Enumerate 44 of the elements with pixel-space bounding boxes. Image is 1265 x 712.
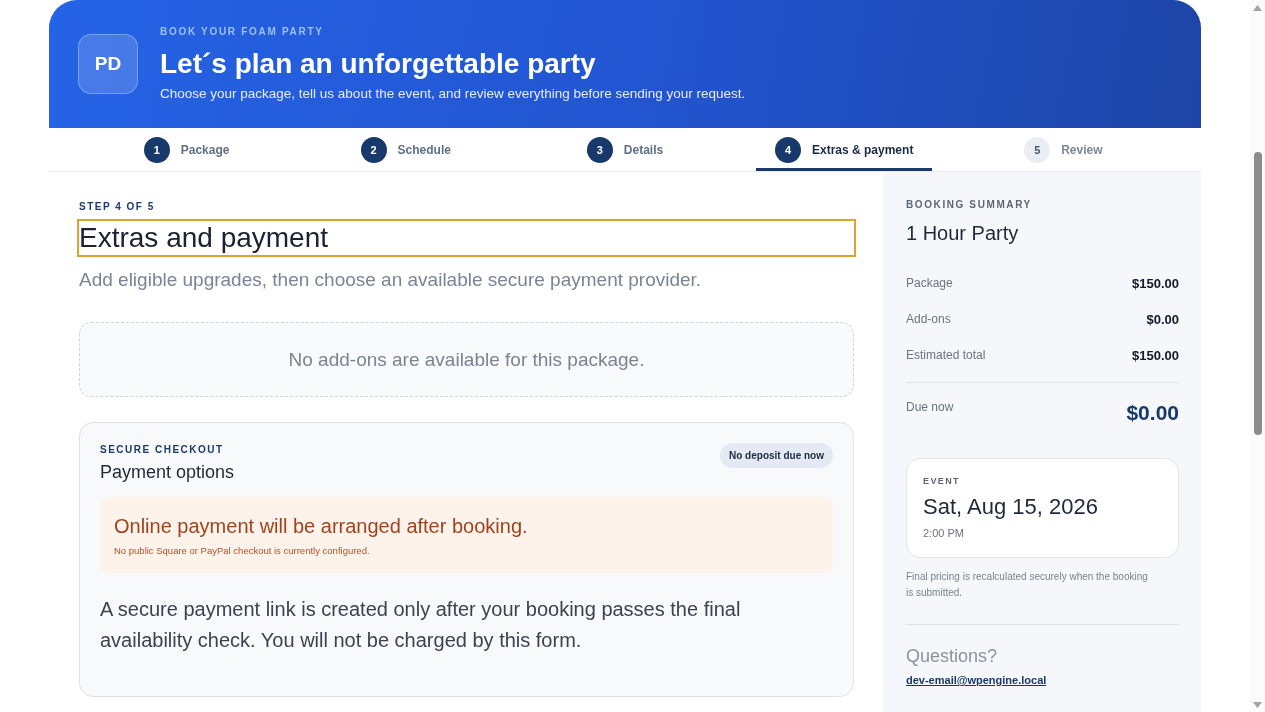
event-eyebrow: EVENT — [923, 476, 960, 487]
step-tab[interactable]: 5 Review — [1005, 128, 1122, 171]
header-eyebrow: BOOK YOUR FOAM PARTY — [160, 26, 324, 38]
payment-description: A secure payment link is created only after your booking passes the final availability check. You will not be charged by this form. — [100, 597, 742, 653]
scrollbar-thumb[interactable] — [1253, 152, 1262, 435]
section-heading: Extras and payment — [79, 221, 854, 255]
summary-value: $150.00 — [1132, 275, 1179, 291]
step-tab[interactable]: 3 Details — [567, 128, 683, 171]
step-tab[interactable]: 4 Extras & payment — [756, 128, 933, 171]
step-tab[interactable]: 1 Package — [124, 128, 249, 171]
empty-addons-message: No add-ons are available for this package. — [79, 322, 854, 397]
email-link[interactable]: dev-email@wpengine.local — [906, 673, 1047, 687]
summary-label: Estimated total — [906, 348, 986, 362]
step-number: 2 — [360, 136, 387, 163]
summary-value: $0.00 — [1146, 311, 1179, 327]
deposit-badge: No deposit due now — [720, 443, 833, 468]
caret-down-icon[interactable] — [1253, 702, 1262, 708]
scrollbar[interactable] — [1250, 0, 1265, 712]
due-label: Due now — [906, 400, 954, 414]
payment-title: Payment options — [100, 461, 235, 483]
questions-heading: Questions? — [906, 645, 998, 667]
step-counter: STEP 4 OF 5 — [79, 201, 155, 213]
due-amount: $0.00 — [1126, 400, 1179, 426]
caret-up-icon[interactable] — [1253, 5, 1262, 11]
package-name: 1 Hour Party — [906, 221, 1019, 246]
notice-detail: No public Square or PayPal checkout is currently configured. — [114, 545, 370, 557]
step-number: 3 — [586, 136, 613, 163]
event-date: Sat, Aug 15, 2026 — [923, 493, 1098, 521]
step-number: 5 — [1024, 136, 1051, 163]
event-time: 2:00 PM — [923, 526, 964, 540]
summary-label: Add-ons — [906, 312, 951, 326]
payment-eyebrow: SECURE CHECKOUT — [100, 444, 224, 456]
notice-title: Online payment will be arranged after booking. — [114, 514, 528, 539]
summary-eyebrow: BOOKING SUMMARY — [906, 199, 1032, 211]
page-title: Let´s plan an unforgettable party — [160, 47, 596, 81]
section-intro: Add eligible upgrades, then choose an available secure payment provider. — [79, 268, 703, 292]
step-number: 1 — [143, 136, 170, 163]
step-tab[interactable]: 2 Schedule — [341, 128, 470, 171]
brand-monogram: PD — [78, 34, 138, 94]
summary-label: Package — [906, 276, 953, 290]
pricing-note: Final pricing is recalculated securely when the booking is submitted. — [906, 570, 1149, 600]
page-subtitle: Choose your package, tell us about the event, and review everything before sending your request. — [160, 85, 746, 102]
summary-value: $150.00 — [1132, 347, 1179, 363]
step-number: 4 — [775, 136, 801, 163]
